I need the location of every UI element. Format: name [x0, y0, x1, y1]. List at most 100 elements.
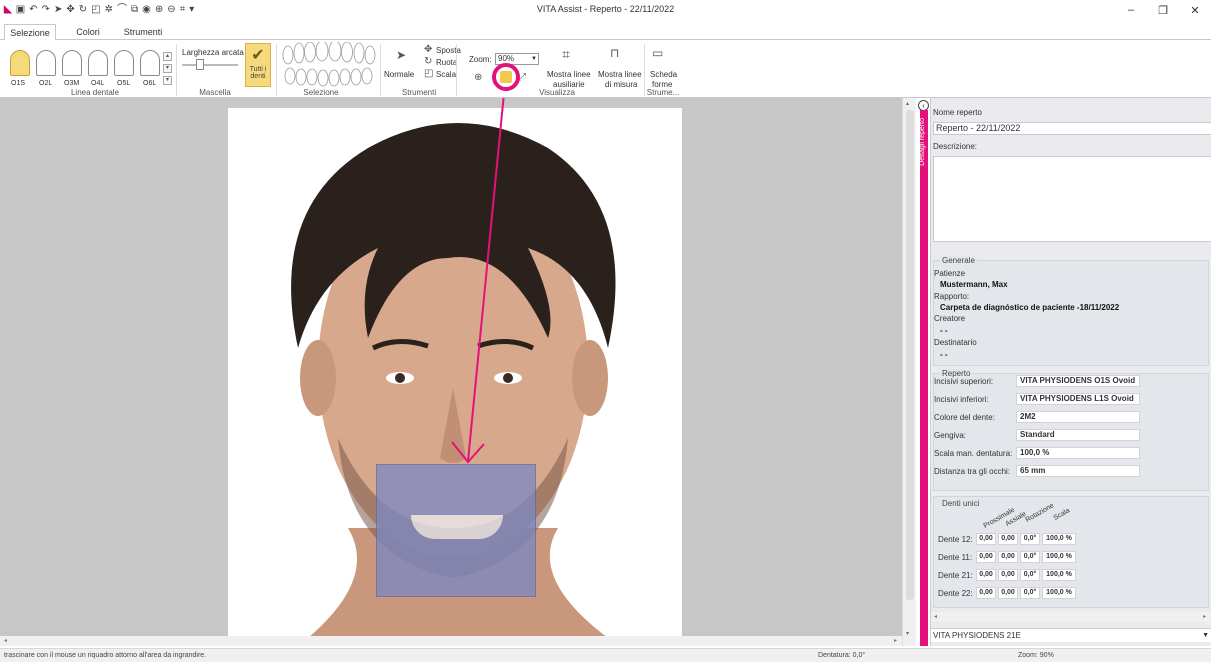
ruota-button[interactable]: Ruota	[436, 58, 457, 67]
details-side-tab[interactable]: ‹ Dettagli reperto	[916, 98, 930, 646]
dente-value-cell[interactable]: 0,0°	[1020, 587, 1040, 599]
tooth-mould-select[interactable]: VITA PHYSIODENS 21E ▼	[931, 628, 1211, 642]
scale-icon[interactable]: ◰	[91, 5, 100, 15]
canvas-vertical-scrollbar[interactable]: ▴ ▾	[902, 98, 916, 646]
descrizione-label: Descrizione:	[933, 142, 978, 151]
arch-icon[interactable]: ⌒	[117, 5, 127, 15]
eye-icon[interactable]: ◉	[142, 5, 151, 15]
arch-label: O2L	[39, 80, 53, 87]
arch-o6l-button[interactable]	[140, 50, 160, 76]
reperto-row-label: Colore del dente:	[934, 413, 995, 422]
undo-icon[interactable]: ↶	[29, 5, 37, 15]
mostra-ausiliarie-label-1[interactable]: Mostra linee	[547, 70, 591, 79]
arch-o1s-button[interactable]	[10, 50, 30, 76]
gallery-up-button[interactable]: ▴	[163, 52, 172, 61]
dente-value-cell[interactable]: 0,00	[998, 533, 1018, 545]
dente-value-cell[interactable]: 100,0 %	[1042, 533, 1076, 545]
colore-dente-value[interactable]: 2M2	[1016, 411, 1140, 423]
dente-value-cell[interactable]: 0,0°	[1020, 551, 1040, 563]
mostra-misura-label-2[interactable]: di misura	[605, 80, 637, 89]
dente-value-cell[interactable]: 0,00	[976, 551, 996, 563]
scheda-label-1[interactable]: Scheda	[650, 70, 677, 79]
scroll-right-icon[interactable]: ▸	[1203, 613, 1206, 620]
reperto-group: Reperto Incisivi superiori: VITA PHYSIOD…	[933, 369, 1209, 491]
reperto-row-label: Incisivi inferiori:	[934, 395, 989, 404]
larghezza-arcata-slider[interactable]	[182, 64, 238, 66]
redo-icon[interactable]: ↷	[42, 5, 50, 15]
tab-colori[interactable]: Colori	[68, 24, 108, 40]
sposta-button[interactable]: Sposta	[436, 46, 461, 55]
dente-row-label: Dente 22:	[938, 589, 973, 598]
status-hint: trascinare con il mouse un riquadro atto…	[4, 652, 207, 659]
zoom-in-icon[interactable]: ⊕	[474, 72, 482, 83]
dente-value-cell[interactable]: 0,0°	[1020, 569, 1040, 581]
dente-value-cell[interactable]: 0,0°	[1020, 533, 1040, 545]
customize-icon[interactable]: ▾	[189, 5, 194, 15]
dente-value-cell[interactable]: 0,00	[976, 569, 996, 581]
main-canvas[interactable]	[0, 98, 902, 646]
tab-selezione[interactable]: Selezione	[4, 24, 56, 41]
rotate-icon[interactable]: ↻	[79, 5, 87, 15]
zoom-in-icon[interactable]: ⊕	[155, 5, 163, 15]
tab-strumenti[interactable]: Strumenti	[118, 24, 168, 40]
save-icon[interactable]: ▣	[16, 5, 25, 15]
gallery-more-button[interactable]: ▾	[163, 76, 172, 85]
measure-icon[interactable]: ⌗	[180, 5, 186, 15]
settings-icon[interactable]: ✲	[105, 5, 113, 15]
normale-button[interactable]: Normale	[384, 70, 414, 79]
pointer-icon[interactable]: ➤	[54, 5, 62, 15]
move-icon[interactable]: ✥	[66, 5, 74, 15]
zoom-out-icon[interactable]: ⊖	[167, 5, 175, 15]
denti-unici-legend: Denti unici	[940, 499, 982, 508]
arch-o4l-button[interactable]	[88, 50, 108, 76]
gengiva-value[interactable]: Standard	[1016, 429, 1140, 441]
dente-value-cell[interactable]: 100,0 %	[1042, 569, 1076, 581]
scroll-left-icon[interactable]: ◂	[4, 637, 7, 644]
slider-thumb[interactable]	[196, 59, 204, 70]
chevron-down-icon: ▼	[1202, 632, 1209, 639]
distanza-occhi-value[interactable]: 65 mm	[1016, 465, 1140, 477]
minimize-button[interactable]: –	[1115, 0, 1147, 20]
copy-icon[interactable]: ⧉	[131, 5, 138, 15]
reperto-row-label: Incisivi superiori:	[934, 377, 994, 386]
panel-horizontal-scrollbar[interactable]: ◂ ▸	[931, 612, 1211, 622]
scroll-down-icon[interactable]: ▾	[906, 630, 909, 637]
arch-o5l-button[interactable]	[114, 50, 134, 76]
tutti-i-denti-button[interactable]: ✔ Tutti i denti	[245, 43, 271, 87]
scroll-up-icon[interactable]: ▴	[906, 100, 909, 107]
dente-value-cell[interactable]: 100,0 %	[1042, 551, 1076, 563]
canvas-horizontal-scrollbar[interactable]: ◂ ▸	[0, 636, 902, 646]
scroll-right-icon[interactable]: ▸	[894, 637, 897, 644]
dente-value-cell[interactable]: 0,00	[976, 587, 996, 599]
dente-value-cell[interactable]: 0,00	[976, 533, 996, 545]
dente-value-cell[interactable]: 0,00	[998, 587, 1018, 599]
app-logo-icon: ◣	[4, 4, 12, 15]
arch-o2l-button[interactable]	[36, 50, 56, 76]
mostra-misura-label-1[interactable]: Mostra linee	[598, 70, 642, 79]
incisivi-inferiori-value[interactable]: VITA PHYSIODENS L1S Ovoid	[1016, 393, 1140, 405]
teeth-selection-diagram[interactable]	[280, 42, 378, 88]
pointer-tool-icon[interactable]: ➤	[396, 48, 406, 62]
dente-value-cell[interactable]: 0,00	[998, 551, 1018, 563]
rapporto-label: Rapporto:	[934, 292, 970, 301]
dente-value-cell[interactable]: 100,0 %	[1042, 587, 1076, 599]
arch-o3m-button[interactable]	[62, 50, 82, 76]
ruler-icon: ⊓	[610, 46, 620, 60]
group-label-strumenti: Strumenti	[401, 88, 437, 97]
scala-dentatura-value[interactable]: 100,0 %	[1016, 447, 1140, 459]
restore-button[interactable]: ❐	[1147, 0, 1179, 20]
scroll-left-icon[interactable]: ◂	[934, 613, 937, 620]
reperto-row-label: Gengiva:	[934, 431, 967, 440]
descrizione-textarea[interactable]	[933, 156, 1211, 242]
incisivi-superiori-value[interactable]: VITA PHYSIODENS O1S Ovoid	[1016, 375, 1140, 387]
highlight-ring	[492, 63, 520, 91]
status-bar: trascinare con il mouse un riquadro atto…	[0, 648, 1211, 662]
dente-value-cell[interactable]: 0,00	[998, 569, 1018, 581]
scala-button[interactable]: Scala	[436, 70, 456, 79]
gallery-down-button[interactable]: ▾	[163, 64, 172, 73]
check-icon: ✔	[251, 47, 265, 64]
nome-reperto-input[interactable]: Reperto - 22/11/2022	[933, 122, 1211, 135]
rotazione-header: Rotazione	[1024, 502, 1056, 524]
scrollbar-thumb[interactable]	[906, 110, 914, 600]
close-button[interactable]: ✕	[1179, 0, 1211, 20]
